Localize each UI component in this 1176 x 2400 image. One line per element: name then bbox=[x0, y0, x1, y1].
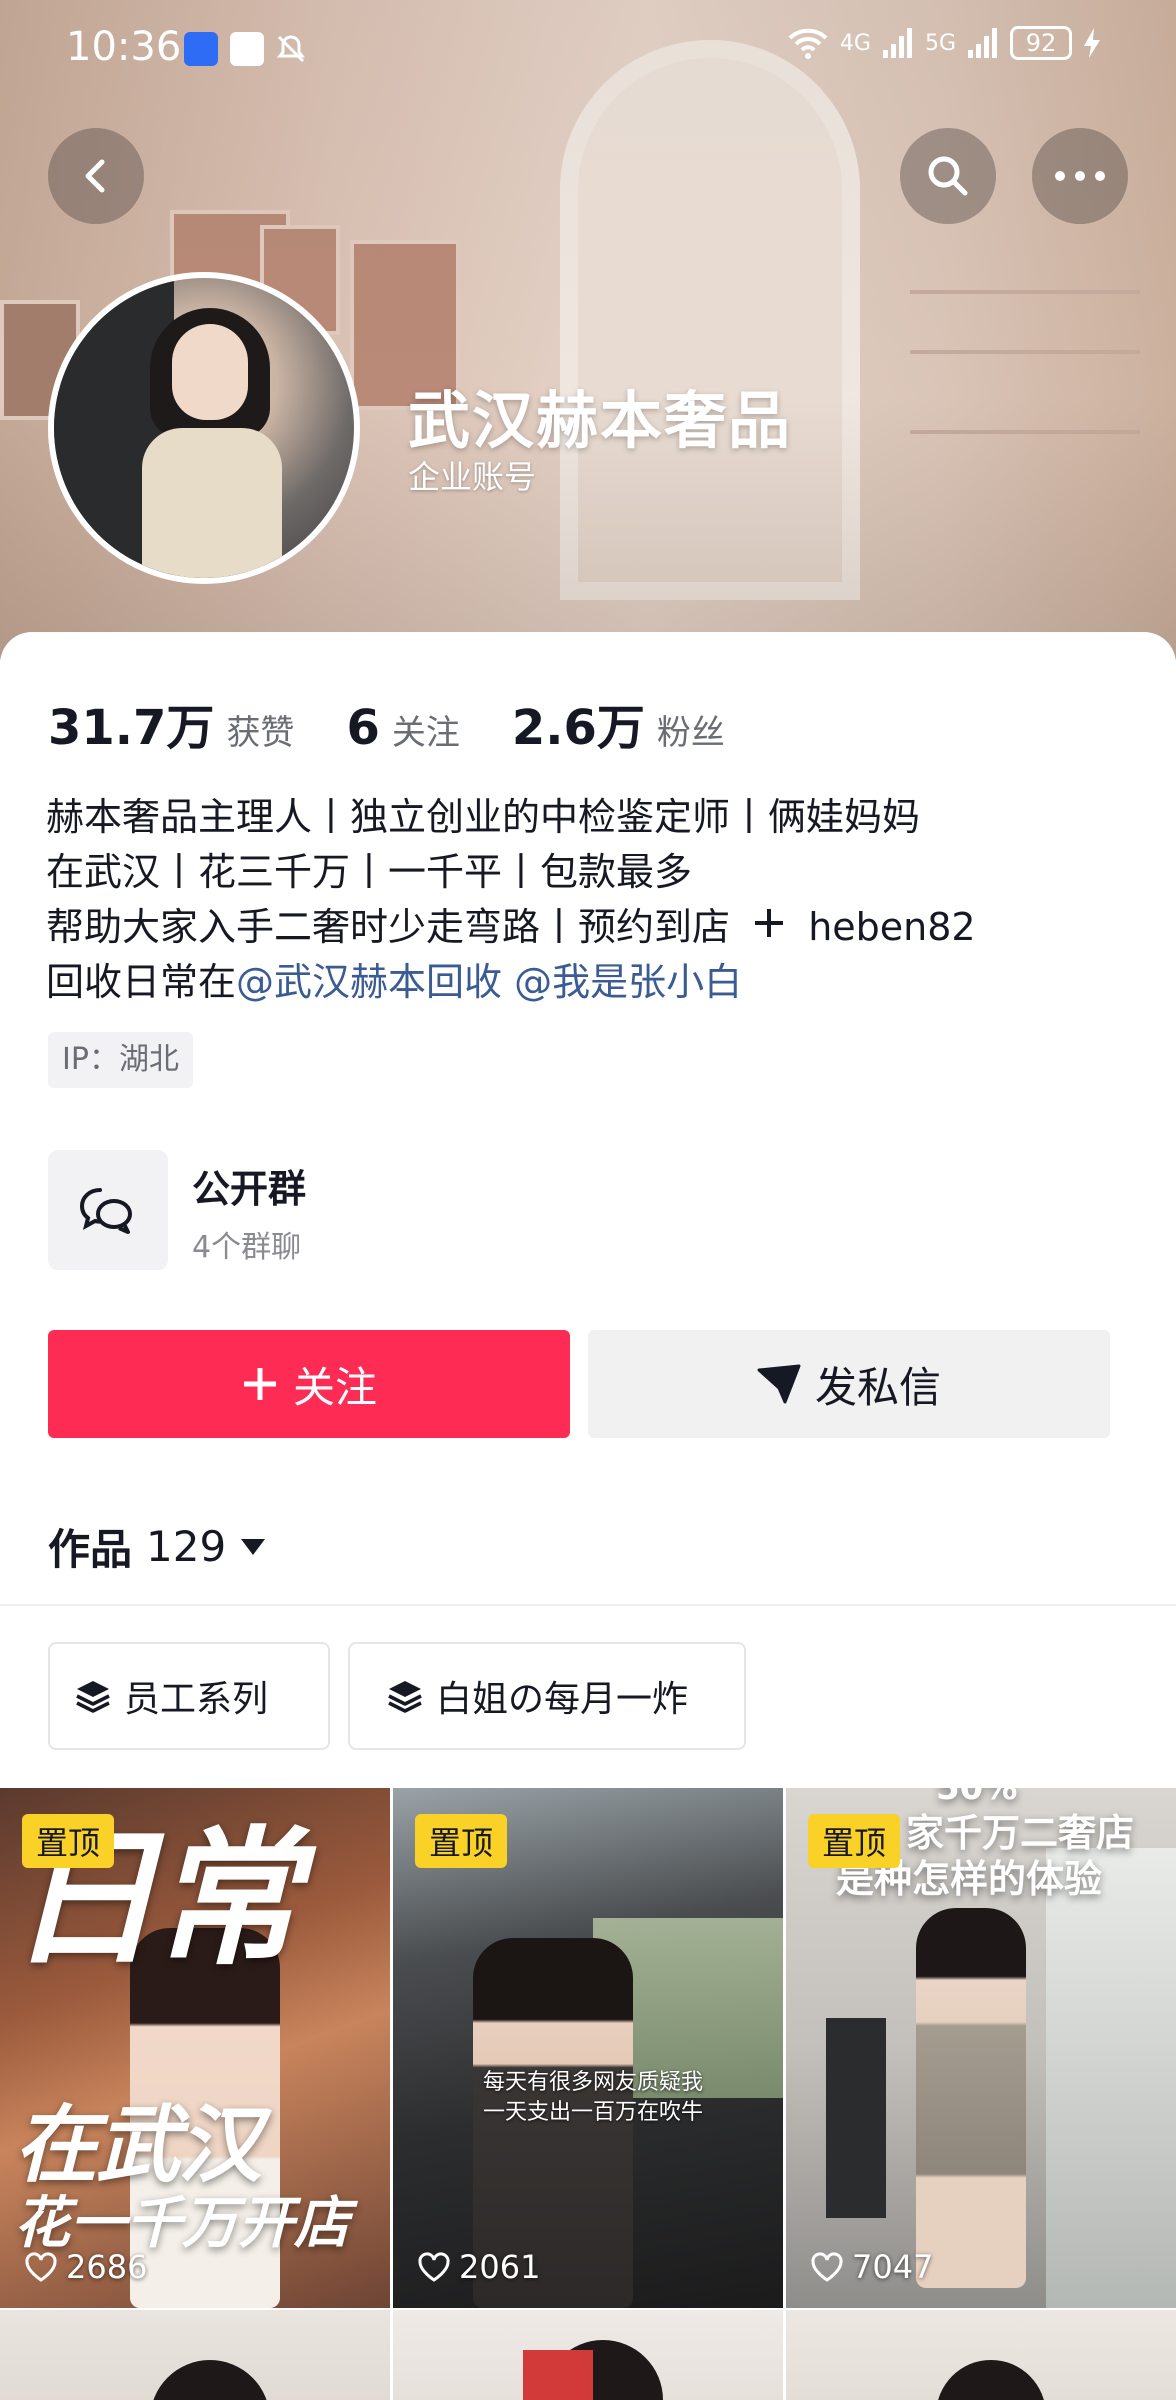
status-right: 4G 5G 92 bbox=[786, 26, 1102, 60]
bio-line: 回收日常在@武汉赫本回收 @我是张小白 bbox=[46, 955, 976, 1010]
video-person bbox=[150, 2360, 270, 2400]
collection-label: 员工系列 bbox=[124, 1679, 269, 1720]
video-thumbnail[interactable]: 日常 在武汉 花一千万开店 置顶 2686 bbox=[0, 1788, 390, 2308]
status-time: 10:36 bbox=[66, 24, 182, 70]
pinned-badge: 置顶 bbox=[808, 1814, 901, 1868]
group-chat-button[interactable] bbox=[48, 1150, 168, 1270]
plus-icon bbox=[752, 900, 786, 955]
search-icon bbox=[928, 156, 968, 196]
video-glass-wall bbox=[1046, 1848, 1176, 2308]
bio-line: 赫本奢品主理人丨独立创业的中检鉴定师丨俩娃妈妈 bbox=[46, 795, 921, 839]
heart-icon bbox=[811, 2252, 843, 2282]
battery-indicator: 92 bbox=[1010, 26, 1072, 60]
following-label: 关注 bbox=[391, 713, 460, 753]
mention-link[interactable]: @武汉赫本回收 bbox=[236, 960, 502, 1004]
likes-count: 7047 bbox=[852, 2248, 934, 2286]
bio-text: 帮助大家入手二奢时少走弯路丨预约到店 bbox=[46, 905, 731, 949]
works-label: 作品 bbox=[48, 1525, 133, 1574]
subtitle-line: 一天支出一百万在吹牛 bbox=[482, 2100, 703, 2125]
collection-chip[interactable]: 员工系列 bbox=[48, 1642, 330, 1750]
chevron-left-icon bbox=[85, 159, 105, 193]
status-bar: 10:36 4G 5G 92 bbox=[0, 0, 1176, 96]
follow-button[interactable]: 关注 bbox=[48, 1330, 570, 1438]
app-notification-icon bbox=[184, 32, 218, 66]
wifi-icon bbox=[788, 28, 828, 59]
ip-location-badge: IP：湖北 bbox=[48, 1032, 193, 1088]
profile-bio: 赫本奢品主理人丨独立创业的中检鉴定师丨俩娃妈妈 在武汉丨花三千万丨一千平丨包款最… bbox=[46, 790, 976, 1010]
heart-icon bbox=[25, 2252, 57, 2282]
works-count: 129 bbox=[146, 1522, 227, 1571]
avatar-face bbox=[172, 324, 248, 420]
profile-stats: 31.7万 获赞 6 关注 2.6万 粉丝 bbox=[48, 688, 777, 758]
network-4g-label: 4G bbox=[839, 30, 871, 56]
account-type-label: 企业账号 bbox=[408, 458, 537, 496]
group-title[interactable]: 公开群 bbox=[192, 1158, 306, 1213]
likes-count: 2061 bbox=[459, 2248, 541, 2286]
layers-icon bbox=[388, 1681, 422, 1713]
divider bbox=[0, 1604, 1176, 1606]
video-thumbnail[interactable] bbox=[393, 2310, 783, 2400]
video-likes: 2061 bbox=[417, 2248, 540, 2286]
followers-label: 粉丝 bbox=[656, 713, 725, 753]
following-count[interactable]: 6 bbox=[346, 700, 379, 756]
more-dots-icon bbox=[1055, 171, 1105, 181]
bio-line: 在武汉丨花三千万丨一千平丨包款最多 bbox=[46, 850, 693, 894]
video-person bbox=[916, 1908, 1026, 2288]
follow-label: 关注 bbox=[292, 1362, 377, 1412]
heart-icon bbox=[418, 2252, 450, 2282]
search-button[interactable] bbox=[900, 128, 996, 224]
video-thumbnail[interactable] bbox=[0, 2310, 390, 2400]
video-object bbox=[523, 2350, 593, 2400]
layers-icon bbox=[76, 1681, 110, 1713]
subtitle-line: 每天有很多网友质疑我 bbox=[482, 2070, 703, 2095]
video-thumbnail[interactable]: 50% 家千万二奢店 是种怎样的体验 置顶 7047 bbox=[786, 1788, 1176, 2308]
likes-count[interactable]: 31.7万 bbox=[48, 688, 214, 758]
back-button[interactable] bbox=[48, 128, 144, 224]
bio-line: 帮助大家入手二奢时少走弯路丨预约到店 heben82 bbox=[46, 900, 976, 955]
avatar[interactable] bbox=[48, 272, 360, 584]
bio-text: 回收日常在 bbox=[46, 960, 237, 1004]
works-tab[interactable]: 作品 129 bbox=[48, 1516, 266, 1577]
account-name: 武汉赫本奢品 bbox=[408, 384, 793, 457]
video-thumbnail[interactable]: 每天有很多网友质疑我 一天支出一百万在吹牛 置顶 2061 bbox=[393, 1788, 783, 2308]
pinned-badge: 置顶 bbox=[22, 1814, 115, 1868]
video-likes: 7047 bbox=[810, 2248, 933, 2286]
collection-label: 白姐の每月一炸 bbox=[436, 1679, 689, 1720]
collection-chip[interactable]: 白姐の每月一炸 bbox=[348, 1642, 746, 1750]
charging-icon bbox=[1084, 28, 1100, 58]
likes-label: 获赞 bbox=[226, 713, 295, 753]
video-person bbox=[936, 2360, 1046, 2400]
dropdown-arrow-icon bbox=[241, 1538, 266, 1555]
pinned-badge: 置顶 bbox=[415, 1814, 508, 1868]
video-subtitle: 每天有很多网友质疑我 一天支出一百万在吹牛 bbox=[453, 2068, 733, 2128]
video-thumbnail[interactable] bbox=[786, 2310, 1176, 2400]
more-button[interactable] bbox=[1032, 128, 1128, 224]
plus-icon bbox=[243, 1368, 276, 1400]
network-5g-label: 5G bbox=[924, 30, 956, 56]
wechat-id: heben82 bbox=[808, 905, 976, 949]
chat-bubble-icon bbox=[79, 1188, 132, 1234]
video-caption-bottom: 花一千万开店 bbox=[14, 2191, 350, 2256]
message-button[interactable]: 发私信 bbox=[588, 1330, 1110, 1438]
followers-count[interactable]: 2.6万 bbox=[512, 688, 645, 758]
signal-icon bbox=[968, 28, 997, 58]
send-icon bbox=[757, 1364, 801, 1404]
app-notification-icon bbox=[230, 32, 264, 66]
signal-icon bbox=[882, 28, 912, 58]
avatar-body bbox=[142, 428, 282, 578]
likes-count: 2686 bbox=[66, 2248, 148, 2286]
message-label: 发私信 bbox=[814, 1362, 941, 1412]
mention-link[interactable]: @我是张小白 bbox=[514, 960, 742, 1004]
mute-icon bbox=[274, 32, 308, 66]
group-subtitle: 4个群聊 bbox=[192, 1230, 302, 1265]
video-object bbox=[826, 2018, 886, 2218]
video-likes: 2686 bbox=[24, 2248, 147, 2286]
